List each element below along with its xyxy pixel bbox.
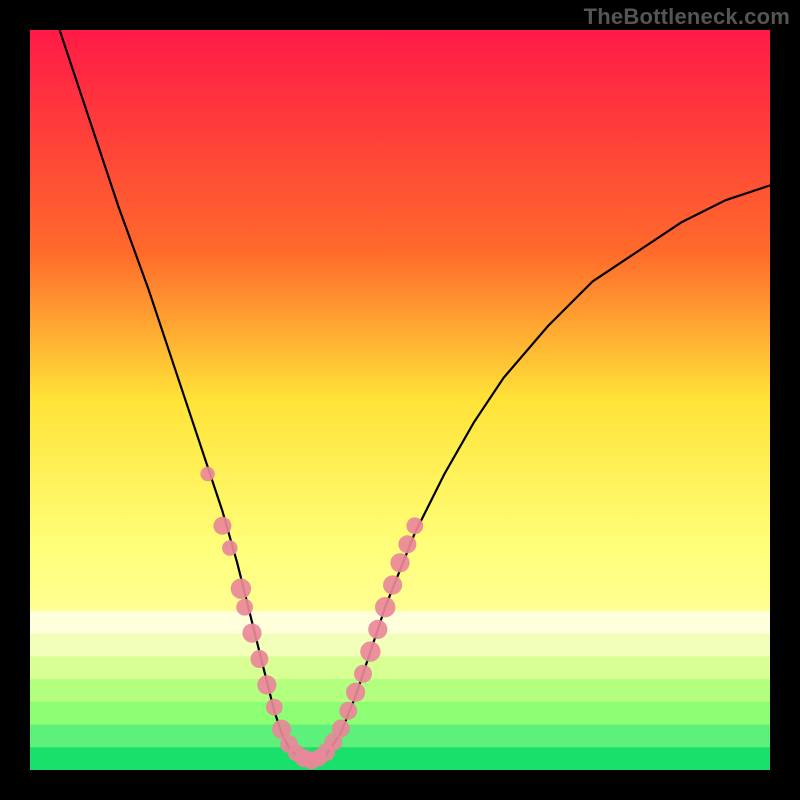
curve-marker: [398, 535, 416, 553]
curve-marker: [250, 650, 268, 668]
curve-marker: [200, 467, 214, 481]
curve-marker: [266, 699, 283, 716]
curve-marker: [368, 620, 387, 639]
curve-marker: [390, 553, 409, 572]
curve-marker: [383, 575, 402, 594]
curve-marker: [360, 641, 380, 661]
curve-marker: [236, 599, 253, 616]
curve-marker: [257, 675, 276, 694]
curve-marker: [375, 597, 395, 617]
curve-marker: [406, 517, 423, 534]
curve-marker: [242, 624, 261, 643]
curve-marker: [213, 517, 231, 535]
outer-frame: TheBottleneck.com: [0, 0, 800, 800]
curve-marker: [222, 540, 238, 556]
chart-area: [30, 30, 770, 770]
watermark-text: TheBottleneck.com: [584, 4, 790, 30]
curve-marker: [332, 720, 350, 738]
curve-marker: [346, 683, 365, 702]
curve-marker: [231, 579, 251, 599]
bottleneck-chart: [30, 30, 770, 770]
curve-marker: [354, 665, 372, 683]
curve-marker: [339, 702, 357, 720]
